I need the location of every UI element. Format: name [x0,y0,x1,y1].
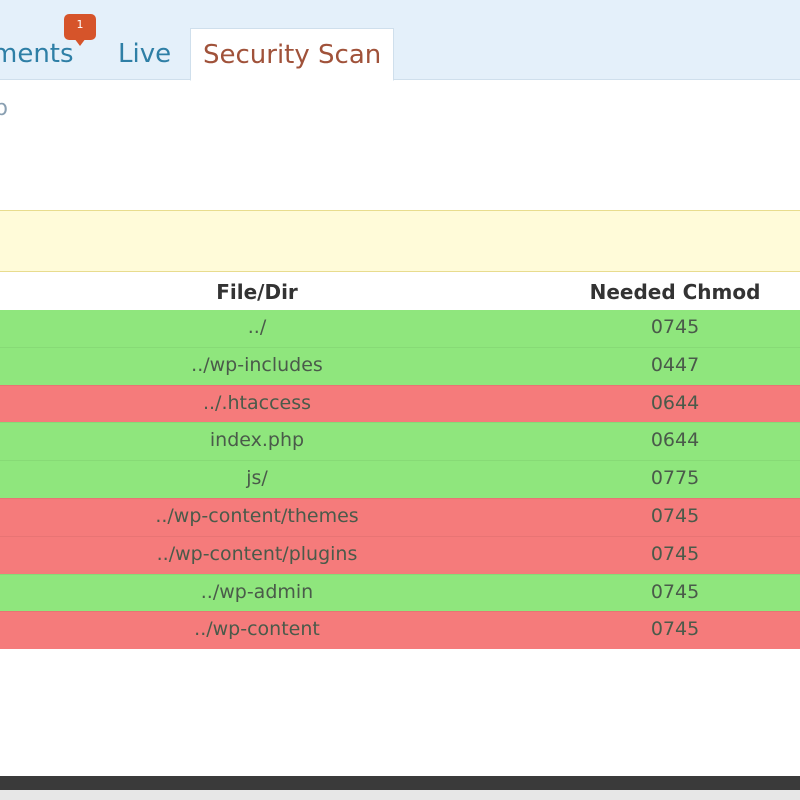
header-file-dir: File/Dir [216,280,298,304]
cell-file-dir: ../.htaccess [202,391,312,414]
table-row: index.php 0644 [0,422,800,461]
tab-bar: ments 1 Live Security Scan [0,0,800,81]
comments-count: 1 [76,18,84,31]
page-subtitle: p [0,96,8,121]
cell-file-dir: index.php [209,429,305,452]
table-row: js/0775 [0,460,800,498]
table-row: ../wp-admin 0745 [0,573,800,612]
permissions-table: File/Dir Needed Chmod ../ 0745 ../wp-inclu… [0,274,800,650]
cell-needed-chmod: 0644 [650,429,700,452]
cell-file-dir: ../wp-content [194,618,320,641]
cell-file-dir: ../wp-includes [191,353,323,376]
table-row: ../wp-includes 0447 [0,346,800,385]
tab-security-scan[interactable]: Security Scan [190,28,395,81]
tab-live[interactable]: Live [118,28,171,80]
table-header: File/Dir Needed Chmod [0,274,800,310]
table-row: ../wp-content/plugins 0745 [0,535,800,574]
table-row: ../wp-content/themes 0745 [0,497,800,536]
table-body: ../ 0745 ../wp-includes 0447 ../.htaccess 064… [0,310,800,650]
tab-security-scan-label: Security Scan [203,40,382,70]
tab-comments[interactable]: ments [0,28,74,80]
bottom-strip [0,790,800,800]
cell-needed-chmod: 0745 [650,618,700,641]
table-row: ../ 0745 [0,310,800,347]
cell-file-dir: ../wp-content/themes [155,504,359,527]
cell-needed-chmod: 0745 [650,504,700,527]
cell-file-dir: ../wp-admin [200,580,314,603]
cell-needed-chmod: 0447 [650,353,700,376]
table-row: ../wp-content 0745 [0,611,800,650]
notice-box [0,210,800,272]
cell-needed-chmod: 0644 [650,391,700,414]
cell-file-dir: js/ [246,467,268,490]
comments-count-badge: 1 [64,14,96,46]
cell-needed-chmod: 0745 [650,542,700,565]
cell-needed-chmod: 0745 [650,316,700,338]
tab-comments-label: ments [0,39,74,69]
header-needed-chmod: Needed Chmod [589,280,761,304]
horizontal-scrollbar[interactable] [0,776,800,790]
tab-live-label: Live [118,39,172,69]
cell-file-dir: ../wp-content/plugins [156,542,358,565]
cell-needed-chmod: 0775 [650,467,700,490]
cell-file-dir: ../ [247,316,267,338]
table-row: ../.htaccess 0644 [0,384,800,423]
cell-needed-chmod: 0745 [650,580,700,603]
